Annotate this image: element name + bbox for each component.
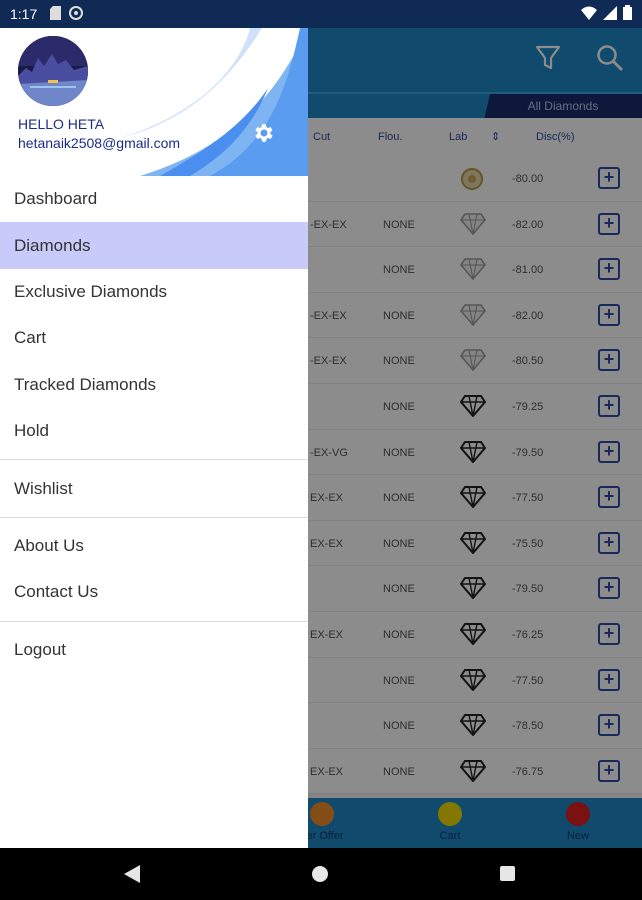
menu-item-contact-us[interactable]: Contact Us [0,569,308,615]
home-icon[interactable] [312,866,328,882]
avatar[interactable] [18,36,88,106]
user-email: hetanaik2508@gmail.com [18,135,181,151]
menu-item-cart[interactable]: Cart [0,315,308,361]
menu-divider [0,459,308,461]
drawer-menu: Dashboard Diamonds Exclusive Diamonds Cart T… [0,176,308,673]
menu-item-about-us[interactable]: About Us [0,523,308,569]
city-night-image [18,36,88,106]
menu-item-diamonds[interactable]: Diamonds [0,222,308,269]
menu-item-dashboard[interactable]: Dashboard [0,176,308,222]
menu-item-logout[interactable]: Logout [0,627,308,673]
menu-item-exclusive-diamonds[interactable]: Exclusive Diamonds [0,269,308,315]
settings-gear-icon[interactable] [251,121,275,145]
menu-divider [0,620,308,622]
menu-item-hold[interactable]: Hold [0,408,308,454]
user-greeting: HELLO HETA [18,116,105,132]
navigation-drawer: HELLO HETA hetanaik2508@gmail.com Dashbo… [0,28,308,848]
drawer-header: HELLO HETA hetanaik2508@gmail.com [0,28,308,176]
menu-divider [0,516,308,518]
status-bar: 1:17 [0,0,642,28]
menu-item-wishlist[interactable]: Wishlist [0,465,308,511]
recent-apps-icon[interactable] [500,866,515,881]
back-icon[interactable] [124,865,140,883]
signal-icon [603,5,617,20]
system-nav-bar [0,848,642,900]
status-time: 1:17 [10,6,38,22]
sync-icon [69,6,83,20]
wifi-icon [581,6,597,20]
battery-icon [623,5,632,20]
menu-item-tracked-diamonds[interactable]: Tracked Diamonds [0,362,308,408]
sd-card-icon [50,6,61,20]
